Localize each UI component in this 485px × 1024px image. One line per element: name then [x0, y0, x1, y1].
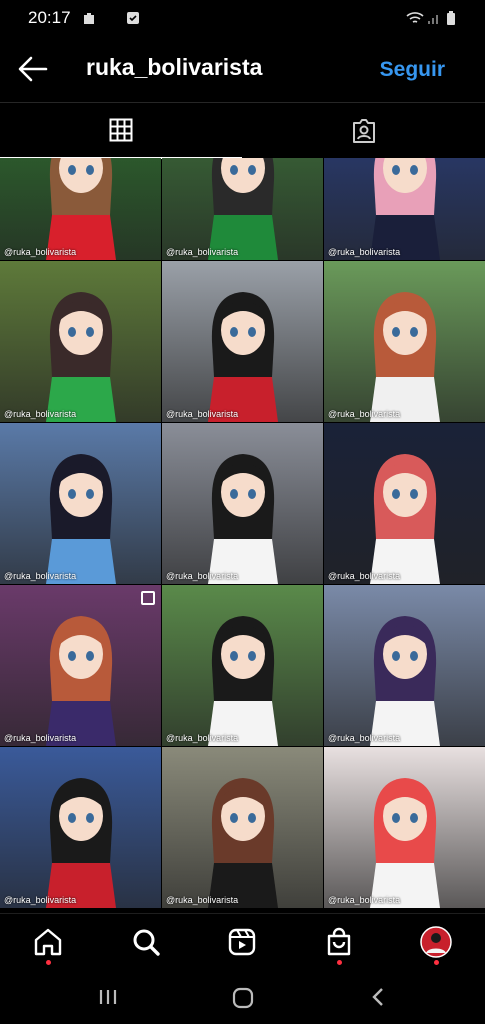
tagged-tab[interactable]	[243, 103, 485, 159]
post-thumbnail[interactable]: @ruka_bolivarista	[324, 158, 485, 260]
reels-icon[interactable]	[226, 926, 258, 958]
posts-grid: @ruka_bolivarista @ruka_bolivarista @ruka_…	[0, 158, 485, 913]
anime-character-figure	[369, 778, 440, 908]
post-watermark: @ruka_bolivarista	[166, 571, 239, 581]
anime-character-figure	[45, 778, 116, 908]
anime-character-figure	[45, 158, 116, 260]
grid-tab[interactable]	[0, 103, 242, 159]
anime-character-figure	[369, 158, 440, 260]
home-button-icon[interactable]	[232, 987, 254, 1009]
status-time: 20:17	[28, 8, 71, 27]
post-thumbnail[interactable]: @ruka_bolivarista	[162, 423, 323, 584]
anime-character-figure	[207, 778, 278, 908]
follow-button[interactable]: Seguir	[380, 58, 445, 82]
post-thumbnail[interactable]: @ruka_bolivarista	[162, 747, 323, 908]
post-watermark: @ruka_bolivarista	[4, 733, 77, 743]
anime-character-figure	[369, 292, 440, 422]
post-thumbnail[interactable]: @ruka_bolivarista	[324, 261, 485, 422]
profile-header: ruka_bolivarista Seguir	[0, 36, 485, 102]
post-watermark: @ruka_bolivarista	[4, 895, 77, 905]
profile-tabs	[0, 102, 485, 159]
post-thumbnail[interactable]: @ruka_bolivarista	[162, 261, 323, 422]
multiple-images-icon	[141, 591, 155, 605]
post-thumbnail[interactable]: @ruka_bolivarista	[324, 585, 485, 746]
post-watermark: @ruka_bolivarista	[328, 571, 401, 581]
recent-apps-icon[interactable]	[98, 987, 118, 1007]
profile-avatar-icon[interactable]	[420, 926, 452, 958]
post-thumbnail[interactable]: @ruka_bolivarista	[0, 747, 161, 908]
bag-notification-icon	[84, 13, 94, 24]
wifi-icon	[406, 12, 424, 23]
post-watermark: @ruka_bolivarista	[166, 409, 239, 419]
search-icon[interactable]	[130, 926, 162, 958]
battery-icon	[447, 11, 455, 25]
post-watermark: @ruka_bolivarista	[4, 571, 77, 581]
anime-character-figure	[207, 616, 278, 746]
post-watermark: @ruka_bolivarista	[4, 247, 77, 257]
signal-icon	[428, 15, 438, 24]
anime-character-figure	[45, 292, 116, 422]
post-thumbnail[interactable]: @ruka_bolivarista	[324, 423, 485, 584]
post-thumbnail[interactable]: @ruka_bolivarista	[0, 423, 161, 584]
post-watermark: @ruka_bolivarista	[166, 733, 239, 743]
post-watermark: @ruka_bolivarista	[328, 895, 401, 905]
anime-character-figure	[207, 292, 278, 422]
post-watermark: @ruka_bolivarista	[166, 895, 239, 905]
post-watermark: @ruka_bolivarista	[166, 247, 239, 257]
anime-character-figure	[207, 158, 278, 260]
system-navigation-bar	[0, 975, 485, 1024]
post-thumbnail[interactable]: @ruka_bolivarista	[0, 158, 161, 260]
grid-icon	[109, 118, 133, 142]
post-thumbnail[interactable]: @ruka_bolivarista	[0, 585, 161, 746]
anime-character-figure	[45, 454, 116, 584]
home-notification-dot	[46, 960, 51, 965]
shop-icon[interactable]	[323, 926, 355, 958]
post-thumbnail[interactable]: @ruka_bolivarista	[324, 747, 485, 908]
back-button-icon[interactable]	[370, 987, 386, 1007]
status-bar: 20:17	[0, 0, 485, 36]
post-watermark: @ruka_bolivarista	[328, 733, 401, 743]
check-notification-icon	[127, 12, 139, 24]
shop-notification-dot	[337, 960, 342, 965]
post-thumbnail[interactable]: @ruka_bolivarista	[162, 158, 323, 260]
post-thumbnail[interactable]: @ruka_bolivarista	[0, 261, 161, 422]
anime-character-figure	[207, 454, 278, 584]
anime-character-figure	[369, 616, 440, 746]
anime-character-figure	[45, 616, 116, 746]
tagged-user-icon	[353, 119, 375, 143]
post-watermark: @ruka_bolivarista	[328, 409, 401, 419]
profile-username: ruka_bolivarista	[86, 54, 263, 80]
profile-notification-dot	[434, 960, 439, 965]
back-arrow-icon[interactable]	[18, 56, 48, 82]
anime-character-figure	[369, 454, 440, 584]
post-thumbnail[interactable]: @ruka_bolivarista	[162, 585, 323, 746]
post-watermark: @ruka_bolivarista	[4, 409, 77, 419]
bottom-navigation	[0, 913, 485, 976]
home-icon[interactable]	[32, 926, 64, 958]
post-watermark: @ruka_bolivarista	[328, 247, 401, 257]
